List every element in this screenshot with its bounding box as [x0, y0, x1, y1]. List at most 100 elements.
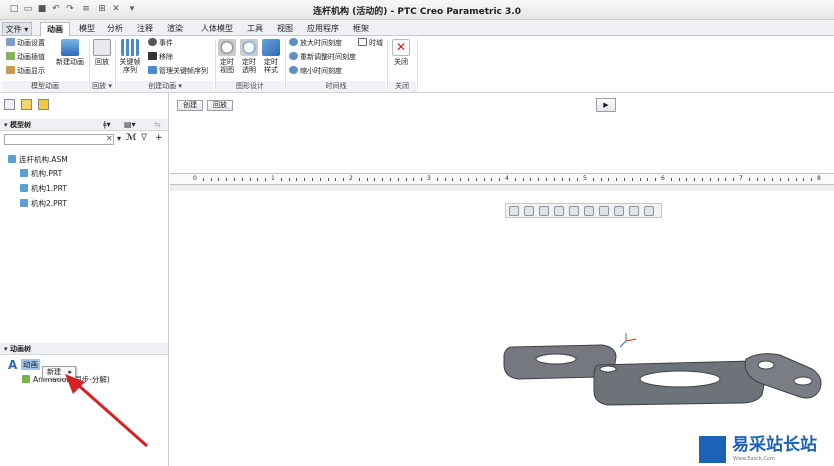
ruler-tick [241, 178, 243, 181]
tab-applications[interactable]: 应用程序 [304, 22, 342, 36]
ruler-tick [702, 178, 703, 181]
saved-views-icon[interactable] [584, 206, 594, 216]
ruler-label: 5 [583, 175, 587, 182]
ruler-tick [249, 178, 251, 181]
tab-render[interactable]: 渲染 [164, 22, 186, 36]
watermark-text: 易采站长站 [732, 435, 817, 455]
timed-transparency-icon [240, 39, 258, 56]
ruler-label: 7 [739, 175, 743, 182]
folder-browser-tab-icon[interactable] [21, 99, 32, 110]
timed-style-button[interactable]: 定时样式 [262, 39, 280, 74]
ruler-tick [522, 178, 524, 181]
ruler-tick [421, 178, 423, 181]
timed-transparency-button[interactable]: 定时透明 [240, 39, 258, 74]
anim-interp-item[interactable]: 动画插值 [6, 52, 45, 62]
clear-search-icon[interactable]: ✕ [106, 134, 113, 143]
tree-item-part[interactable]: 机构.PRT [20, 169, 62, 179]
anim-setup-item[interactable]: 动画设置 [6, 38, 45, 48]
zoom-in-icon[interactable] [524, 206, 534, 216]
keyframe-sequence-button[interactable]: 关键帧序列 [117, 39, 143, 74]
ruler-tick [210, 178, 212, 181]
ruler-tick [234, 178, 235, 181]
ruler-tick [202, 178, 204, 181]
tree-item-part1[interactable]: 机构1.PRT [20, 184, 67, 194]
tab-view[interactable]: 视图 [274, 22, 296, 36]
assembly-icon [8, 155, 16, 163]
model-tree-header[interactable]: ▾ 模型树 [0, 119, 168, 131]
create-button[interactable]: 创建 [177, 100, 203, 111]
datum-display-icon[interactable] [629, 206, 639, 216]
display-style-icon[interactable] [569, 206, 579, 216]
add-column-icon[interactable]: + [155, 133, 163, 143]
playback-button[interactable]: 回放 [91, 39, 113, 66]
playback-icon [93, 39, 111, 56]
event-item[interactable]: 事件 [148, 38, 173, 48]
zoom-out-timescale-item[interactable]: 缩小时间刻度 [289, 66, 342, 76]
remove-item[interactable]: 移除 [148, 52, 173, 62]
ruler-tick [366, 178, 368, 181]
tab-tools[interactable]: 工具 [244, 22, 266, 36]
ruler-tick [686, 178, 688, 181]
ruler-tick [780, 178, 781, 181]
close-animation-button[interactable]: ✕ 关闭 [390, 39, 412, 66]
favorites-tab-icon[interactable] [38, 99, 49, 110]
refit-icon[interactable] [509, 206, 519, 216]
ruler-tick [499, 178, 501, 181]
show-icon[interactable]: ▤▾ [124, 120, 136, 129]
zoom-out-icon[interactable] [539, 206, 549, 216]
ruler-tick [327, 178, 329, 181]
ruler-tick [444, 178, 446, 181]
ruler-tick [600, 178, 602, 181]
tab-manikin[interactable]: 人体模型 [196, 22, 238, 36]
zoom-in-timescale-item[interactable]: 放大时间刻度 [289, 38, 342, 48]
repaint-icon[interactable] [554, 206, 564, 216]
ruler-label: 8 [817, 175, 821, 182]
funnel-icon[interactable]: ∇ [141, 133, 147, 143]
ruler-tick [530, 178, 532, 181]
play-button[interactable]: ▶ [596, 98, 616, 112]
linkage-model[interactable] [490, 325, 834, 410]
tab-file[interactable]: 文件 ▾ [2, 22, 32, 36]
playback-panel-button[interactable]: 回放 [207, 100, 233, 111]
ruler-tick [374, 178, 376, 181]
ruler-tick [631, 178, 633, 181]
timed-view-button[interactable]: 定时视图 [218, 39, 236, 74]
find-icon[interactable]: ℳ [126, 133, 137, 143]
ruler-tick [803, 178, 805, 181]
perspective-icon[interactable] [614, 206, 624, 216]
ruler-label: 4 [505, 175, 509, 182]
tab-framework[interactable]: 框架 [350, 22, 372, 36]
ruler-tick [787, 178, 789, 181]
tab-annotate[interactable]: 注释 [134, 22, 156, 36]
tab-analysis[interactable]: 分析 [104, 22, 126, 36]
close-x-icon: ✕ [392, 39, 410, 56]
model-tree-tab-icon[interactable] [4, 99, 15, 110]
keyframe-icon [121, 39, 139, 56]
annotation-arrow [65, 374, 148, 448]
view-manager-icon[interactable] [599, 206, 609, 216]
tree-item-asm[interactable]: 连杆机构.ASM [8, 155, 68, 165]
new-animation-button[interactable]: 新建动画 [54, 39, 86, 66]
model-tree-search-input[interactable] [4, 134, 114, 145]
manage-keyframe-item[interactable]: 管理关键帧序列 [148, 66, 208, 76]
annotation-display-icon[interactable] [644, 206, 654, 216]
anim-display-item[interactable]: 动画显示 [6, 66, 45, 76]
refit-timescale-item[interactable]: 重新调整时间刻度 [289, 52, 356, 62]
anim-tree-header[interactable]: ▾ 动画树 [0, 343, 168, 355]
timeline-scrollbar[interactable] [170, 185, 834, 191]
time-domain-toggle[interactable]: 时域 [358, 38, 383, 48]
ruler-tick [475, 178, 477, 181]
tab-model[interactable]: 模型 [76, 22, 98, 36]
tab-animation[interactable]: 动画 [40, 22, 70, 37]
animation-root-icon: A [8, 358, 18, 372]
expand-icon[interactable]: ⇆ [154, 120, 161, 129]
group-graphic-design: 图形设计 [216, 81, 284, 92]
tree-settings-icon[interactable]: ǂ▾ [103, 120, 111, 129]
timeline-ruler[interactable]: 0 1 2 3 4 5 6 7 8 [170, 173, 834, 185]
filter-dropdown-icon[interactable]: ▾ [117, 134, 121, 143]
ruler-label: 2 [349, 175, 353, 182]
anim-tree-root[interactable]: 动画 [21, 359, 40, 370]
link-middle[interactable] [593, 360, 767, 406]
tree-item-part2[interactable]: 机构2.PRT [20, 199, 67, 209]
ruler-tick [304, 178, 306, 181]
